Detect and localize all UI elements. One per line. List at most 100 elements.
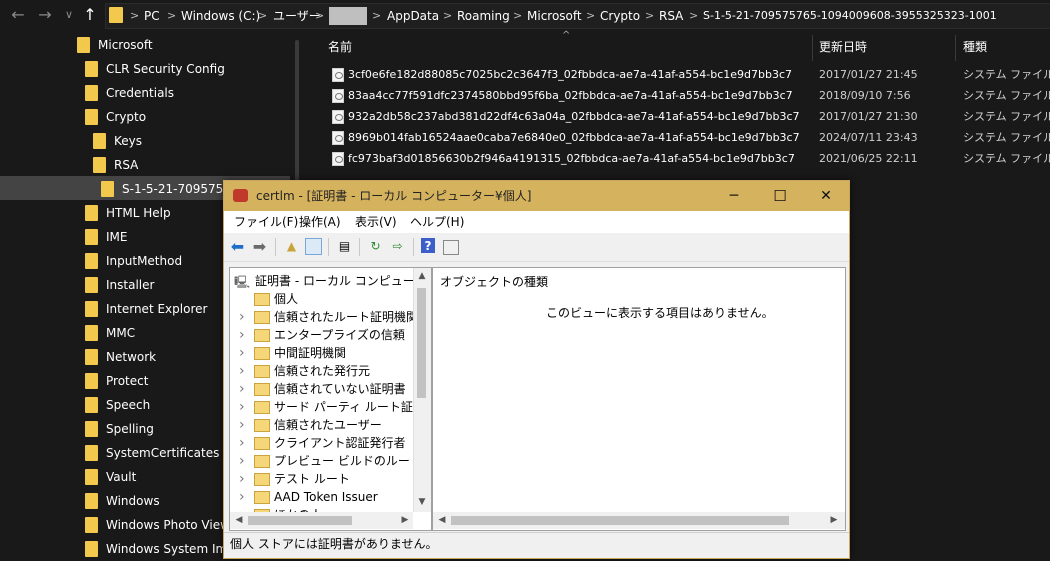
tree-item[interactable]: Protect [106,369,148,393]
file-row[interactable]: fc973baf3d01856630b2f946a4191315_02fbbdc… [304,148,1050,169]
cert-store-item[interactable]: › 中間証明機関 [230,344,412,362]
cert-store-item[interactable]: › クライアント認証発行者 [230,434,412,452]
tree-item[interactable]: Credentials [106,81,174,105]
file-row[interactable]: 932a2db58c237abd381d22df4c63a04a_02fbbdc… [304,106,1050,127]
tree-item[interactable]: CLR Security Config [106,57,225,81]
export-list-icon[interactable]: ⇨ [389,238,406,255]
tree-item[interactable]: Spelling [106,417,154,441]
help-icon[interactable]: ? [421,238,435,253]
file-row[interactable]: 83aa4cc77f591dfc2374580bbd95f6ba_02fbbdc… [304,85,1050,106]
file-type: システム ファイル [963,131,1050,144]
up-arrow-icon[interactable]: ↑ [80,5,100,25]
expand-chevron-icon[interactable]: › [239,308,245,326]
menu-action[interactable]: 操作(A) [299,211,341,233]
column-header-name[interactable]: 名前 [328,38,352,54]
tree-item[interactable]: SystemCertificates [106,441,219,465]
file-row[interactable]: 3cf0e6fe182d88085c7025bc2c3647f3_02fbbdc… [304,64,1050,85]
scroll-up-icon[interactable]: ▲ [415,268,429,285]
cert-store-item[interactable]: › サード パーティ ルート証明機関 [230,398,431,416]
crumb-username-redacted[interactable] [329,7,367,25]
up-folder-icon[interactable]: ▲ [283,238,300,255]
tree-item[interactable]: Windows System Imag [106,537,242,561]
recent-dropdown-icon[interactable]: ∨ [59,5,79,25]
maximize-button[interactable]: ☐ [757,181,803,211]
folder-icon [254,311,270,324]
horizontal-scrollbar-thumb[interactable] [451,516,789,525]
forward-icon[interactable]: ➡ [251,238,268,255]
folder-icon [85,325,98,341]
cert-store-item[interactable]: › プレビュー ビルドのルート [230,452,422,470]
vertical-scrollbar-thumb[interactable] [417,288,426,398]
cert-store-item[interactable]: › 信頼された発行元 [230,362,412,380]
horizontal-scrollbar-thumb[interactable] [248,516,352,525]
tree-item[interactable]: RSA [114,153,138,177]
tree-item[interactable]: Microsoft [98,33,153,57]
crumb-appdata[interactable]: AppData [387,4,439,28]
minimize-button[interactable]: ─ [711,181,757,211]
tree-item[interactable]: Internet Explorer [106,297,207,321]
tree-item[interactable]: Vault [106,465,136,489]
forward-arrow-icon[interactable]: → [35,5,55,25]
expand-chevron-icon[interactable]: › [239,434,245,452]
tree-item[interactable]: Keys [114,129,142,153]
cert-store-item[interactable]: 個人 [230,290,412,308]
properties-icon[interactable]: ▤ [336,238,353,255]
expand-chevron-icon[interactable]: › [239,488,245,506]
folder-icon [254,329,270,342]
crumb-rsa[interactable]: RSA [659,4,683,28]
cert-store-label: テスト ルート [274,472,350,486]
menu-file[interactable]: ファイル(F) [234,211,298,233]
tree-item[interactable]: Speech [106,393,150,417]
expand-chevron-icon[interactable]: › [239,362,245,380]
tree-item[interactable]: Windows Photo Viewe [106,513,237,537]
scroll-left-icon[interactable]: ◀ [232,512,246,529]
close-button[interactable]: ✕ [803,181,849,211]
file-row[interactable]: 8969b014fab16524aae0caba7e6840e0_02fbbdc… [304,127,1050,148]
crumb-roaming[interactable]: Roaming [457,4,510,28]
tree-item[interactable]: Installer [106,273,154,297]
cert-store-item[interactable]: › エンタープライズの信頼 [230,326,412,344]
crumb-drive[interactable]: Windows (C:) [181,4,260,28]
chevron-right-icon: > [258,9,268,22]
column-header-date[interactable]: 更新日時 [819,38,867,54]
crumb-microsoft[interactable]: Microsoft [527,4,582,28]
cert-store-item[interactable]: › 信頼されたユーザー [230,416,412,434]
cert-store-item[interactable]: › 信頼されたルート証明機関 [230,308,418,326]
crumb-users[interactable]: ユーザー [273,4,321,28]
action-pane-icon[interactable] [443,240,459,255]
tree-item[interactable]: Windows [106,489,160,513]
tree-item[interactable]: S-1-5-21-70957576 [122,177,239,201]
tree-item[interactable]: InputMethod [106,249,182,273]
menu-help[interactable]: ヘルプ(H) [410,211,464,233]
scroll-down-icon[interactable]: ▼ [415,494,429,511]
tree-item[interactable]: HTML Help [106,201,171,225]
back-icon[interactable]: ⬅ [229,238,246,255]
expand-chevron-icon[interactable]: › [239,452,245,470]
expand-chevron-icon[interactable]: › [239,326,245,344]
tree-item[interactable]: MMC [106,321,135,345]
expand-chevron-icon[interactable]: › [239,416,245,434]
tree-item[interactable]: Crypto [106,105,146,129]
tree-item[interactable]: IME [106,225,127,249]
cert-store-item[interactable]: › AAD Token Issuer [230,488,412,506]
tree-item[interactable]: Network [106,345,156,369]
crumb-crypto[interactable]: Crypto [600,4,640,28]
scroll-right-icon[interactable]: ▶ [398,512,412,529]
menu-view[interactable]: 表示(V) [355,211,397,233]
expand-chevron-icon[interactable]: › [239,344,245,362]
scroll-right-icon[interactable]: ▶ [827,512,841,529]
expand-chevron-icon[interactable]: › [239,470,245,488]
expand-chevron-icon[interactable]: › [239,380,245,398]
refresh-icon[interactable]: ↻ [367,238,384,255]
title-bar[interactable]: certlm - [証明書 - ローカル コンピューター¥個人] ─ ☐ ✕ [224,181,849,211]
address-breadcrumb[interactable]: > PC > Windows (C:) > ユーザー > > AppData >… [105,3,1050,29]
crumb-sid[interactable]: S-1-5-21-709575765-1094009608-3955325323… [703,4,997,28]
cert-store-item[interactable]: › テスト ルート [230,470,412,488]
scroll-left-icon[interactable]: ◀ [435,512,449,529]
crumb-pc[interactable]: PC [144,4,160,28]
cert-store-item[interactable]: › 信頼されていない証明書 [230,380,412,398]
show-hide-tree-icon[interactable] [305,238,322,255]
expand-chevron-icon[interactable]: › [239,398,245,416]
back-arrow-icon[interactable]: ← [8,5,28,25]
column-header-type[interactable]: 種類 [963,38,987,54]
